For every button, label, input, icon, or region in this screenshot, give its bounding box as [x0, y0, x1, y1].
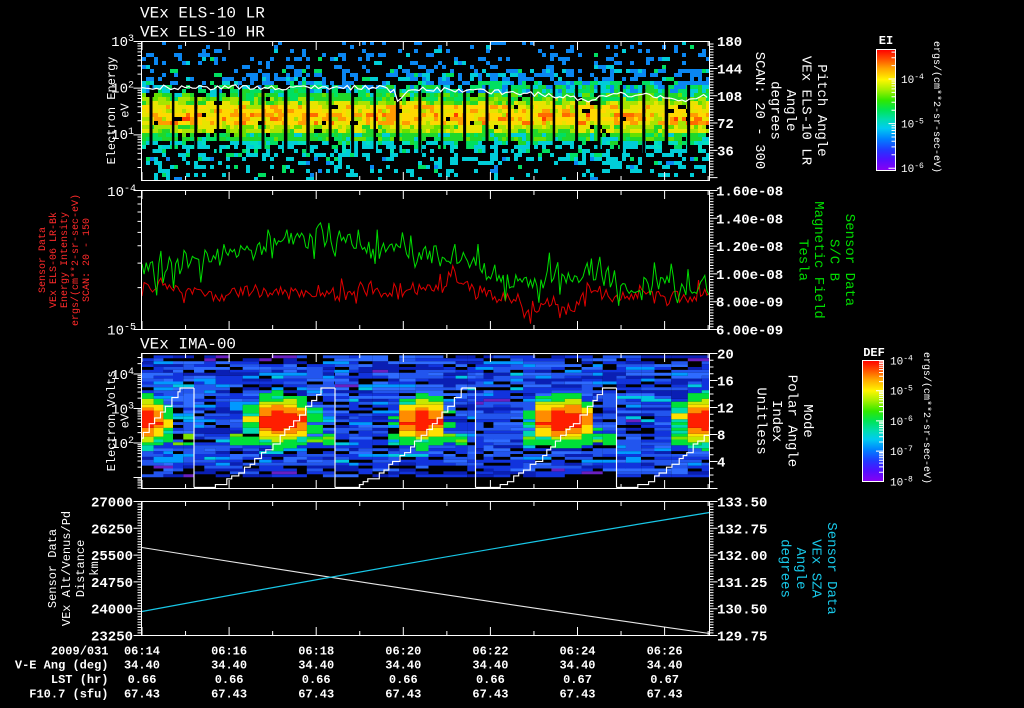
svg-text:06:24: 06:24: [559, 645, 595, 659]
svg-text:130.50: 130.50: [717, 603, 767, 619]
svg-text:0.66: 0.66: [389, 673, 418, 687]
svg-text:V-E Ang (deg): V-E Ang (deg): [15, 658, 109, 672]
svg-text:24000: 24000: [91, 603, 133, 619]
svg-text:34.40: 34.40: [298, 658, 334, 672]
svg-text:180: 180: [717, 35, 742, 51]
svg-text:34.40: 34.40: [559, 658, 595, 672]
svg-text:132.00: 132.00: [717, 549, 767, 565]
svg-text:F10.7 (sfu): F10.7 (sfu): [29, 687, 108, 701]
svg-text:132.75: 132.75: [717, 522, 767, 538]
svg-text:EI: EI: [879, 34, 893, 48]
svg-text:24750: 24750: [91, 576, 133, 592]
svg-text:VEx ELS-10 HR: VEx ELS-10 HR: [140, 24, 265, 42]
svg-text:06:22: 06:22: [472, 645, 508, 659]
svg-text:06:18: 06:18: [298, 645, 334, 659]
svg-text:06:26: 06:26: [647, 645, 683, 659]
svg-text:0.66: 0.66: [302, 673, 331, 687]
svg-text:16: 16: [717, 375, 734, 391]
svg-text:67.43: 67.43: [124, 687, 160, 701]
svg-text:06:16: 06:16: [211, 645, 247, 659]
svg-text:133.50: 133.50: [717, 496, 767, 512]
svg-text:1.60e-08: 1.60e-08: [716, 185, 783, 201]
svg-text:34.40: 34.40: [647, 658, 683, 672]
svg-text:34.40: 34.40: [385, 658, 421, 672]
svg-text:06:20: 06:20: [385, 645, 421, 659]
svg-text:67.43: 67.43: [559, 687, 595, 701]
svg-text:129.75: 129.75: [717, 630, 767, 646]
svg-text:1.00e-08: 1.00e-08: [716, 268, 783, 284]
svg-text:1.20e-08: 1.20e-08: [716, 240, 783, 256]
svg-text:72: 72: [717, 117, 734, 133]
svg-text:34.40: 34.40: [211, 658, 247, 672]
svg-text:34.40: 34.40: [124, 658, 160, 672]
svg-text:20: 20: [717, 348, 734, 364]
svg-text:VEx ELS-10 LR: VEx ELS-10 LR: [140, 5, 265, 23]
svg-text:67.43: 67.43: [211, 687, 247, 701]
svg-text:67.43: 67.43: [385, 687, 421, 701]
svg-text:12: 12: [717, 402, 734, 418]
svg-text:06:14: 06:14: [124, 645, 160, 659]
svg-text:1.40e-08: 1.40e-08: [716, 212, 783, 228]
svg-text:108: 108: [717, 90, 742, 106]
svg-text:67.43: 67.43: [298, 687, 334, 701]
svg-text:0.66: 0.66: [476, 673, 505, 687]
svg-text:144: 144: [717, 63, 742, 79]
svg-text:VEx IMA-00: VEx IMA-00: [140, 336, 236, 354]
svg-text:ergs/(cm**2-sr-sec-eV): ergs/(cm**2-sr-sec-eV): [930, 41, 942, 173]
svg-text:LST (hr): LST (hr): [51, 673, 109, 687]
svg-text:DEF: DEF: [863, 346, 885, 360]
svg-text:6.00e-09: 6.00e-09: [716, 324, 783, 340]
svg-text:131.25: 131.25: [717, 576, 767, 592]
svg-text:36: 36: [717, 144, 734, 160]
svg-text:2009/031: 2009/031: [51, 645, 109, 659]
svg-text:27000: 27000: [91, 496, 133, 512]
svg-text:0.67: 0.67: [650, 673, 679, 687]
svg-text:0.66: 0.66: [128, 673, 157, 687]
svg-text:8: 8: [717, 429, 725, 445]
svg-text:67.43: 67.43: [472, 687, 508, 701]
svg-text:0.67: 0.67: [563, 673, 592, 687]
svg-text:34.40: 34.40: [472, 658, 508, 672]
svg-text:8.00e-09: 8.00e-09: [716, 296, 783, 312]
svg-text:4: 4: [717, 456, 725, 472]
svg-text:23250: 23250: [91, 630, 133, 646]
svg-text:26250: 26250: [91, 522, 133, 538]
svg-text:ergs/(cm**2-sr-sec-eV): ergs/(cm**2-sr-sec-eV): [920, 352, 932, 484]
svg-text:67.43: 67.43: [647, 687, 683, 701]
svg-text:0.66: 0.66: [215, 673, 244, 687]
